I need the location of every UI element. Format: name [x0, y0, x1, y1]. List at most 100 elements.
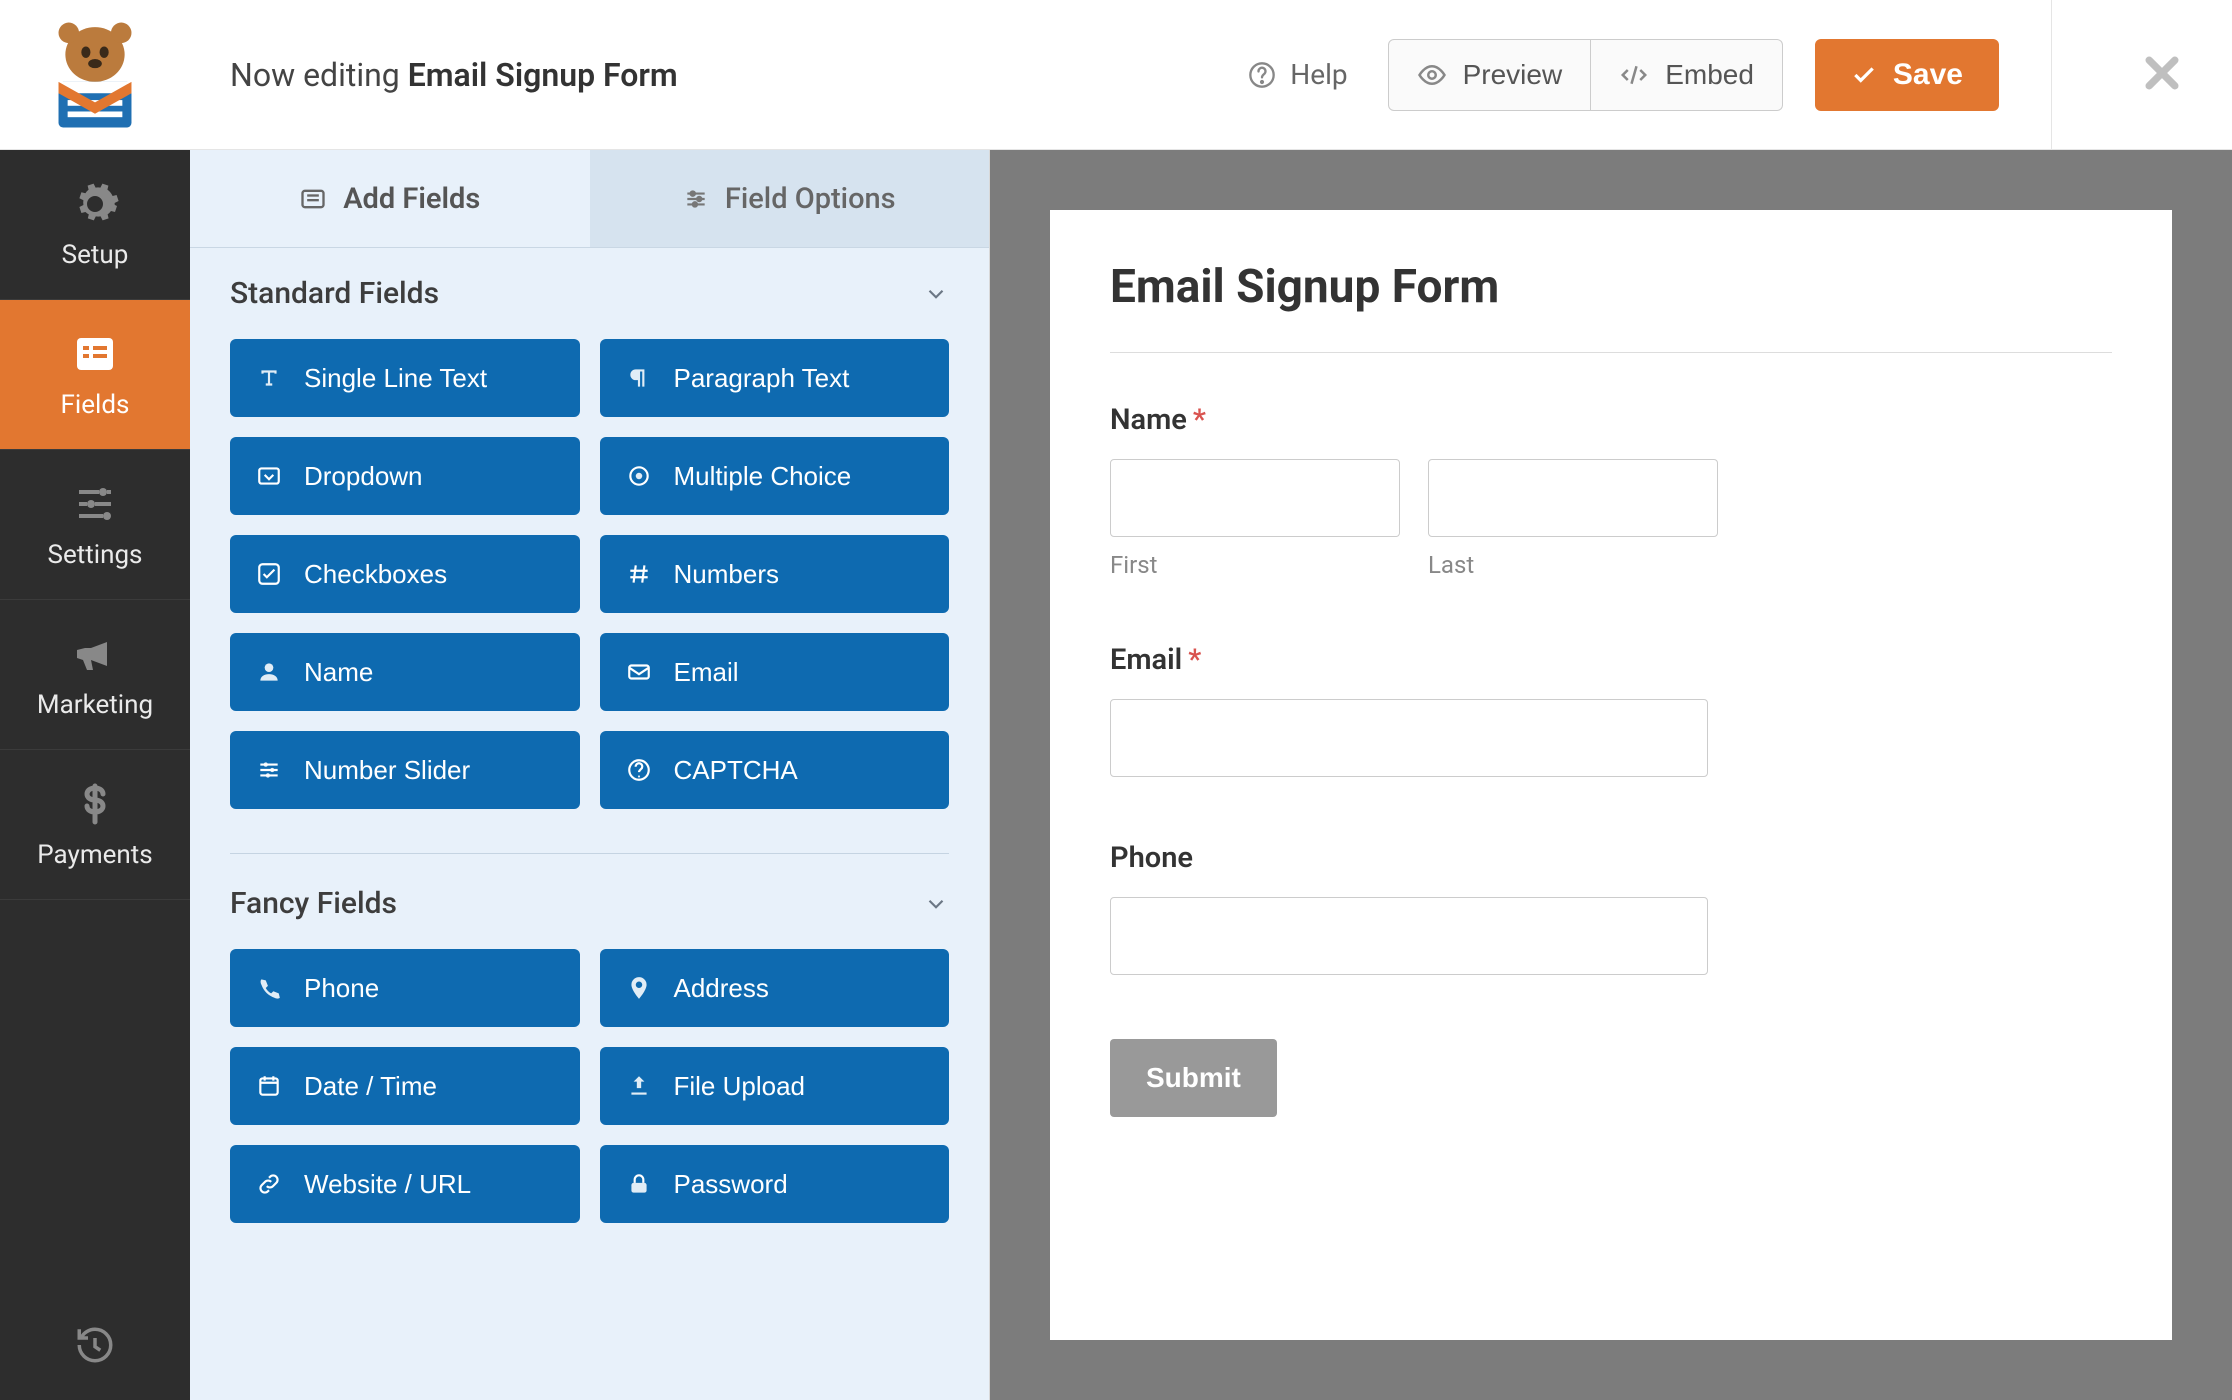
- save-text: Save: [1893, 58, 1963, 92]
- field-type-label: File Upload: [674, 1071, 806, 1102]
- preview-embed-group: Preview Embed: [1388, 39, 1783, 111]
- required-asterisk: *: [1193, 403, 1206, 437]
- chevron-down-icon: [923, 281, 949, 307]
- submit-text: Submit: [1146, 1062, 1241, 1093]
- editing-prefix: Now editing: [230, 56, 408, 94]
- phone-input[interactable]: [1110, 897, 1708, 975]
- field-type-phone[interactable]: Phone: [230, 949, 580, 1027]
- nav-settings[interactable]: Settings: [0, 450, 190, 600]
- required-asterisk: *: [1188, 643, 1201, 677]
- lock-icon: [626, 1171, 652, 1197]
- nav-marketing[interactable]: Marketing: [0, 600, 190, 750]
- embed-button[interactable]: Embed: [1591, 39, 1783, 111]
- submit-button[interactable]: Submit: [1110, 1039, 1277, 1117]
- logo[interactable]: [0, 18, 190, 132]
- nav-setup-label: Setup: [62, 240, 129, 270]
- close-button[interactable]: [2140, 51, 2184, 99]
- standard-fields-heading[interactable]: Standard Fields: [230, 276, 949, 311]
- pin-icon: [626, 975, 652, 1001]
- code-icon: [1619, 60, 1649, 90]
- field-type-label: Multiple Choice: [674, 461, 852, 492]
- field-type-name[interactable]: Name: [230, 633, 580, 711]
- field-type-label: Numbers: [674, 559, 779, 590]
- field-type-website-url[interactable]: Website / URL: [230, 1145, 580, 1223]
- panel-body: Standard Fields Single Line Text Paragrap…: [190, 248, 989, 1267]
- editing-form-name: Email Signup Form: [408, 56, 678, 94]
- field-type-date-time[interactable]: Date / Time: [230, 1047, 580, 1125]
- field-type-label: Checkboxes: [304, 559, 447, 590]
- first-name-input[interactable]: [1110, 459, 1400, 537]
- field-type-paragraph-text[interactable]: Paragraph Text: [600, 339, 950, 417]
- name-label-text: Name: [1110, 403, 1187, 437]
- email-label: Email*: [1110, 643, 2112, 677]
- list-icon: [299, 185, 327, 213]
- field-type-password[interactable]: Password: [600, 1145, 950, 1223]
- last-name-col: Last: [1428, 459, 1718, 579]
- question-icon: [626, 757, 652, 783]
- check-icon: [1851, 62, 1877, 88]
- fancy-fields-heading[interactable]: Fancy Fields: [230, 886, 949, 921]
- paragraph-icon: [626, 365, 652, 391]
- history-icon: [74, 1324, 116, 1366]
- field-type-label: Phone: [304, 973, 379, 1004]
- tab-add-text: Add Fields: [343, 182, 480, 216]
- field-type-number-slider[interactable]: Number Slider: [230, 731, 580, 809]
- bullhorn-icon: [71, 630, 119, 678]
- dropdown-icon: [256, 463, 282, 489]
- panel-tabs: Add Fields Field Options: [190, 150, 989, 248]
- save-button[interactable]: Save: [1815, 39, 1999, 111]
- email-label-text: Email: [1110, 643, 1182, 677]
- last-sublabel: Last: [1428, 551, 1718, 579]
- nav-settings-label: Settings: [48, 540, 143, 570]
- standard-heading-text: Standard Fields: [230, 276, 439, 311]
- field-type-multiple-choice[interactable]: Multiple Choice: [600, 437, 950, 515]
- help-link[interactable]: Help: [1248, 58, 1347, 91]
- name-row: First Last: [1110, 459, 2112, 579]
- last-name-input[interactable]: [1428, 459, 1718, 537]
- email-input[interactable]: [1110, 699, 1708, 777]
- dollar-icon: [71, 780, 119, 828]
- nav-fields[interactable]: Fields: [0, 300, 190, 450]
- field-type-single-line-text[interactable]: Single Line Text: [230, 339, 580, 417]
- preview-area: Email Signup Form Name* First Last Email…: [990, 150, 2232, 1400]
- close-icon: [2140, 51, 2184, 95]
- tab-options-text: Field Options: [725, 182, 896, 216]
- hash-icon: [626, 561, 652, 587]
- name-label: Name*: [1110, 403, 2112, 437]
- eye-icon: [1417, 60, 1447, 90]
- tab-field-options[interactable]: Field Options: [590, 150, 990, 247]
- field-type-label: Website / URL: [304, 1169, 471, 1200]
- field-type-checkboxes[interactable]: Checkboxes: [230, 535, 580, 613]
- fancy-heading-text: Fancy Fields: [230, 886, 397, 921]
- field-type-label: Paragraph Text: [674, 363, 850, 394]
- phone-label-text: Phone: [1110, 841, 1193, 875]
- nav-revisions[interactable]: [0, 1290, 190, 1400]
- nav-payments[interactable]: Payments: [0, 750, 190, 900]
- wpforms-logo-icon: [38, 18, 152, 132]
- standard-field-grid: Single Line Text Paragraph Text Dropdown Mu…: [230, 339, 949, 809]
- main-area: Setup Fields Settings Marketing Payments: [0, 150, 2232, 1400]
- link-icon: [256, 1171, 282, 1197]
- section-divider: [230, 853, 949, 854]
- field-type-numbers[interactable]: Numbers: [600, 535, 950, 613]
- field-type-file-upload[interactable]: File Upload: [600, 1047, 950, 1125]
- person-icon: [256, 659, 282, 685]
- field-type-email[interactable]: Email: [600, 633, 950, 711]
- field-type-address[interactable]: Address: [600, 949, 950, 1027]
- form-preview: Email Signup Form Name* First Last Email…: [1050, 210, 2172, 1340]
- nav-setup[interactable]: Setup: [0, 150, 190, 300]
- envelope-icon: [626, 659, 652, 685]
- fields-icon: [71, 330, 119, 378]
- field-type-dropdown[interactable]: Dropdown: [230, 437, 580, 515]
- tab-add-fields[interactable]: Add Fields: [190, 150, 590, 247]
- field-type-captcha[interactable]: CAPTCHA: [600, 731, 950, 809]
- sliders-icon: [71, 480, 119, 528]
- field-type-label: Email: [674, 657, 739, 688]
- help-icon: [1248, 61, 1276, 89]
- preview-button[interactable]: Preview: [1388, 39, 1592, 111]
- upload-icon: [626, 1073, 652, 1099]
- form-divider: [1110, 352, 2112, 353]
- field-type-label: Dropdown: [304, 461, 423, 492]
- phone-label: Phone: [1110, 841, 2112, 875]
- field-type-label: Address: [674, 973, 769, 1004]
